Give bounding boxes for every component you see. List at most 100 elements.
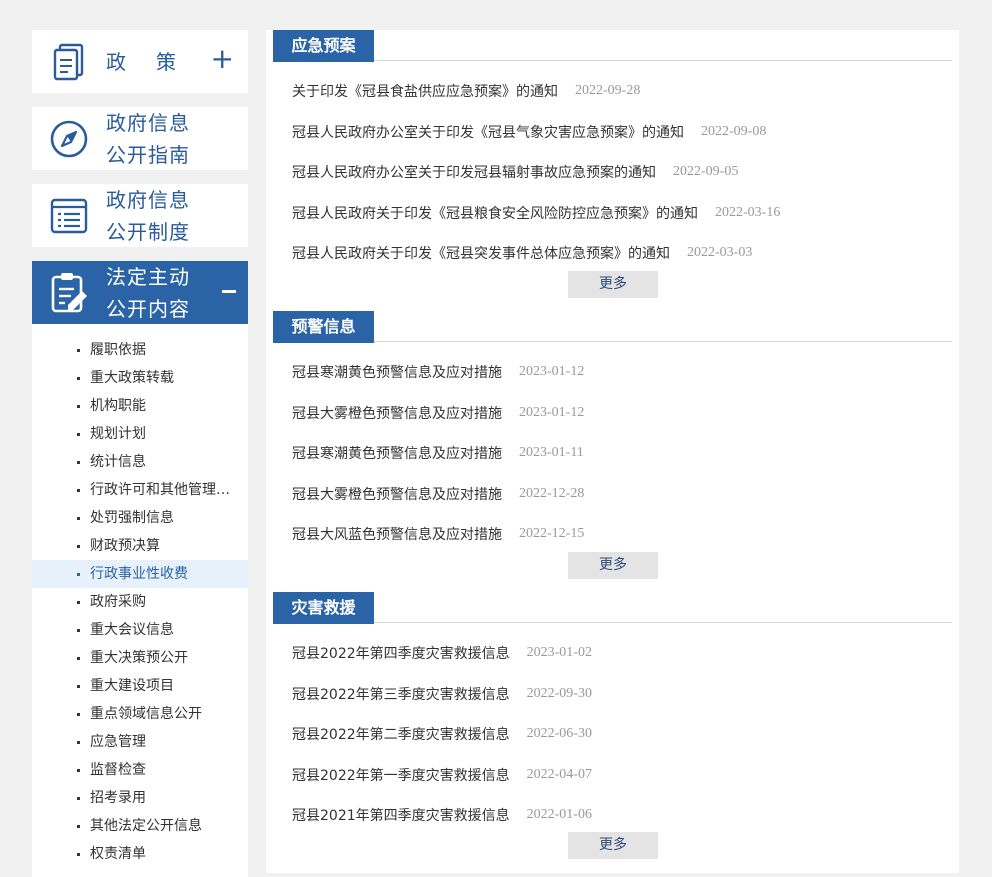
sidebar-subitem[interactable]: 履职依据: [32, 336, 248, 364]
sidebar-subitem-label: 重点领域信息公开: [90, 706, 202, 722]
sidebar-subitem[interactable]: 财政预决算: [32, 532, 248, 560]
sidebar-subitem[interactable]: 权责清单: [32, 840, 248, 868]
sidebar-subitem[interactable]: 监督检查: [32, 756, 248, 784]
list-item-title[interactable]: 冠县2021年第四季度灾害救援信息: [292, 805, 510, 825]
list-item-title[interactable]: 冠县人民政府关于印发《冠县粮食安全风险防控应急预案》的通知: [292, 203, 698, 223]
list-item[interactable]: 冠县2022年第二季度灾害救援信息 2022-06-30: [273, 714, 952, 755]
list-item[interactable]: 关于印发《冠县食盐供应应急预案》的通知 2022-09-28: [273, 71, 952, 112]
sidebar-subitem[interactable]: 行政事业性收费: [32, 560, 248, 588]
list-item[interactable]: 冠县人民政府办公室关于印发《冠县气象灾害应急预案》的通知 2022-09-08: [273, 112, 952, 153]
sidebar-subitem[interactable]: 其他法定公开信息: [32, 812, 248, 840]
bullet-icon: [77, 741, 80, 744]
list-item[interactable]: 冠县2022年第三季度灾害救援信息 2022-09-30: [273, 674, 952, 715]
sidebar-subitem-label: 招考录用: [90, 790, 146, 806]
section-title: 预警信息: [273, 311, 374, 343]
list-item-date: 2022-03-03: [687, 245, 753, 261]
sidebar-subitem-label: 处罚强制信息: [90, 510, 174, 526]
sidebar-subitem[interactable]: 处罚强制信息: [32, 504, 248, 532]
sidebar-subitem[interactable]: 行政许可和其他管理服...: [32, 476, 248, 504]
compass-icon: [32, 119, 106, 159]
list-item[interactable]: 冠县人民政府办公室关于印发冠县辐射事故应急预案的通知 2022-09-05: [273, 152, 952, 193]
list-item-date: 2022-09-28: [575, 83, 641, 99]
list-item-title[interactable]: 冠县2022年第四季度灾害救援信息: [292, 643, 510, 663]
list-item-date: 2022-01-06: [526, 807, 592, 823]
list-item-date: 2023-01-12: [519, 404, 585, 420]
sidebar-card-label: 政策: [106, 49, 206, 74]
bullet-icon: [77, 685, 80, 688]
bullet-icon: [77, 601, 80, 604]
book-icon: [32, 43, 106, 81]
sidebar-card-disclosure-guide[interactable]: 政府信息 公开指南: [32, 107, 248, 170]
bullet-icon: [77, 517, 80, 520]
list-item-title[interactable]: 冠县2022年第三季度灾害救援信息: [292, 684, 510, 704]
bullet-icon: [77, 797, 80, 800]
list-item-title[interactable]: 冠县人民政府关于印发《冠县突发事件总体应急预案》的通知: [292, 243, 670, 263]
sidebar-subitem[interactable]: 机构职能: [32, 392, 248, 420]
list-item-date: 2023-01-02: [526, 645, 592, 661]
list-item-date: 2022-09-30: [526, 685, 592, 701]
more-button[interactable]: 更多: [568, 552, 658, 579]
sidebar-card-disclosure-system[interactable]: 政府信息 公开制度: [32, 184, 248, 247]
more-button[interactable]: 更多: [568, 271, 658, 298]
sidebar-subitem-label: 行政许可和其他管理服...: [90, 482, 240, 498]
sidebar-subitem-label: 政府采购: [90, 594, 146, 610]
list-item-title[interactable]: 冠县大雾橙色预警信息及应对措施: [292, 403, 502, 423]
list-item-date: 2022-12-15: [519, 526, 585, 542]
list-item[interactable]: 冠县大雾橙色预警信息及应对措施 2023-01-12: [273, 393, 952, 434]
bullet-icon: [77, 825, 80, 828]
list-item-date: 2022-06-30: [526, 726, 592, 742]
sidebar-subitem[interactable]: 重大建设项目: [32, 672, 248, 700]
list-item[interactable]: 冠县人民政府关于印发《冠县突发事件总体应急预案》的通知 2022-03-03: [273, 233, 952, 274]
list-item-title[interactable]: 冠县大风蓝色预警信息及应对措施: [292, 524, 502, 544]
list-item-title[interactable]: 冠县寒潮黄色预警信息及应对措施: [292, 362, 502, 382]
list-item[interactable]: 冠县2022年第一季度灾害救援信息 2022-04-07: [273, 755, 952, 796]
list-item-title[interactable]: 冠县人民政府办公室关于印发《冠县气象灾害应急预案》的通知: [292, 122, 684, 142]
sidebar-subitem[interactable]: 重大决策预公开: [32, 644, 248, 672]
bullet-icon: [77, 433, 80, 436]
sidebar-subitem[interactable]: 统计信息: [32, 448, 248, 476]
list-item-title[interactable]: 关于印发《冠县食盐供应应急预案》的通知: [292, 81, 558, 101]
list-item-date: 2023-01-11: [519, 445, 584, 461]
sidebar-subitem-label: 其他法定公开信息: [90, 818, 202, 834]
sidebar-subitem[interactable]: 重大政策转载: [32, 364, 248, 392]
sidebar-subitem-label: 重大政策转载: [90, 370, 174, 386]
sidebar-subitem[interactable]: 应急管理: [32, 728, 248, 756]
list-item[interactable]: 冠县2021年第四季度灾害救援信息 2022-01-06: [273, 795, 952, 836]
list-item-date: 2022-04-07: [526, 766, 592, 782]
list-item-date: 2022-09-08: [701, 123, 767, 139]
list-item[interactable]: 冠县大风蓝色预警信息及应对措施 2022-12-15: [273, 514, 952, 555]
list-document-icon: [32, 197, 106, 235]
collapse-minus-icon[interactable]: [222, 290, 236, 293]
section-title: 应急预案: [273, 30, 374, 62]
sidebar-card-statutory-content[interactable]: 法定主动 公开内容: [32, 261, 248, 324]
bullet-icon: [77, 853, 80, 856]
list-item[interactable]: 冠县寒潮黄色预警信息及应对措施 2023-01-11: [273, 433, 952, 474]
expand-plus-icon[interactable]: +: [211, 44, 234, 74]
sidebar-card-policy[interactable]: 政策 +: [32, 30, 248, 93]
list-item[interactable]: 冠县人民政府关于印发《冠县粮食安全风险防控应急预案》的通知 2022-03-16: [273, 193, 952, 234]
sidebar-subitem[interactable]: 重大会议信息: [32, 616, 248, 644]
sidebar-subitem-label: 规划计划: [90, 426, 146, 442]
main-content: 应急预案 关于印发《冠县食盐供应应急预案》的通知 2022-09-28 冠县人民政府…: [266, 30, 959, 873]
sidebar-subitem-label: 监督检查: [90, 762, 146, 778]
list-item[interactable]: 冠县寒潮黄色预警信息及应对措施 2023-01-12: [273, 352, 952, 393]
list-item[interactable]: 冠县大雾橙色预警信息及应对措施 2022-12-28: [273, 474, 952, 515]
list-item-title[interactable]: 冠县寒潮黄色预警信息及应对措施: [292, 443, 502, 463]
list-item-title[interactable]: 冠县大雾橙色预警信息及应对措施: [292, 484, 502, 504]
bullet-icon: [77, 657, 80, 660]
sidebar-card-label: 法定主动 公开内容: [106, 264, 190, 321]
sidebar-subitem-label: 应急管理: [90, 734, 146, 750]
bullet-icon: [77, 377, 80, 380]
bullet-icon: [77, 629, 80, 632]
list-item-title[interactable]: 冠县2022年第二季度灾害救援信息: [292, 724, 510, 744]
list-item-title[interactable]: 冠县人民政府办公室关于印发冠县辐射事故应急预案的通知: [292, 162, 656, 182]
list-item-date: 2022-03-16: [715, 204, 781, 220]
sidebar-subitem[interactable]: 招考录用: [32, 784, 248, 812]
list-item-title[interactable]: 冠县2022年第一季度灾害救援信息: [292, 765, 510, 785]
list-item[interactable]: 冠县2022年第四季度灾害救援信息 2023-01-02: [273, 633, 952, 674]
sidebar-subitem[interactable]: 规划计划: [32, 420, 248, 448]
sidebar-subitem[interactable]: 重点领域信息公开: [32, 700, 248, 728]
sidebar-subitem[interactable]: 政府采购: [32, 588, 248, 616]
more-button[interactable]: 更多: [568, 832, 658, 859]
bullet-icon: [77, 461, 80, 464]
